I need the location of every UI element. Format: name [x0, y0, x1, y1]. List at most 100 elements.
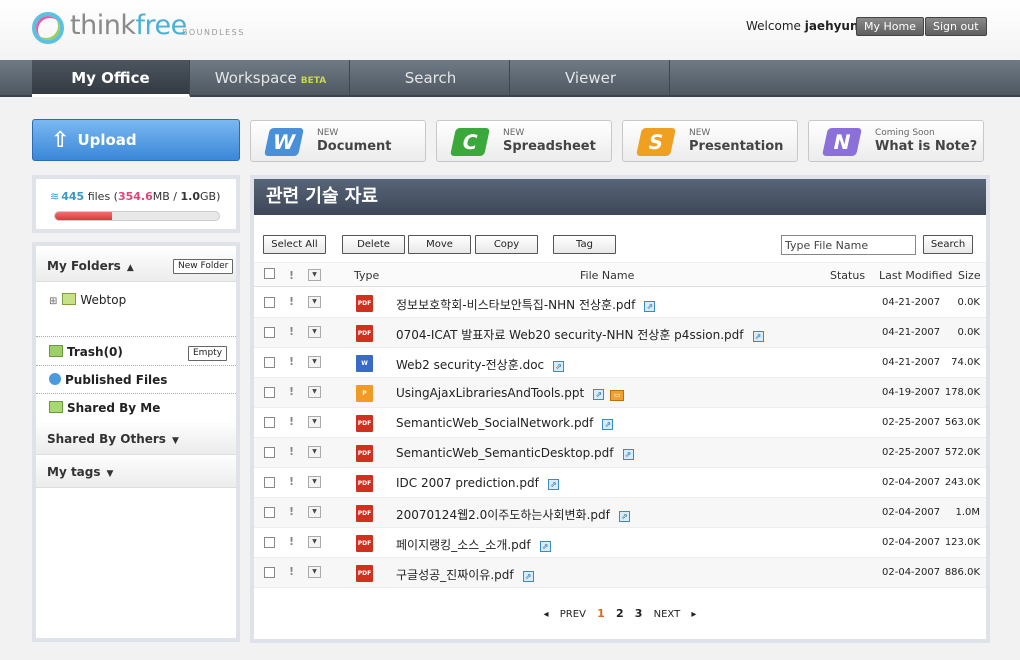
row-menu-dropdown[interactable]: ▼ [308, 296, 321, 308]
what-is-note-button[interactable]: N Coming Soon What is Note? [808, 120, 984, 162]
important-flag-icon[interactable]: ! [289, 355, 294, 368]
thinkfree-logo[interactable]: thinkfree BOUNDLESS [32, 10, 252, 46]
row-checkbox[interactable] [264, 417, 275, 428]
row-menu-dropdown[interactable]: ▼ [308, 326, 321, 338]
page-link-3[interactable]: 3 [635, 607, 643, 620]
sidebar-item-webtop[interactable]: ⊞ Webtop [49, 293, 126, 307]
table-row[interactable]: ! ▼ PDF 정보보호학회-비스타보안특집-NHN 전상훈.pdf ⇗ 04-21-20… [254, 288, 986, 318]
row-menu-dropdown[interactable]: ▼ [308, 356, 321, 368]
file-name[interactable]: SemanticWeb_SocialNetwork.pdf [396, 416, 593, 430]
tab-search[interactable]: Search [352, 60, 510, 97]
file-name-cell[interactable]: 구글성공_진짜이유.pdf ⇗ [396, 566, 534, 583]
table-row[interactable]: ! ▼ PDF 0704-ICAT 발표자료 Web20 security-NHN 전… [254, 318, 986, 348]
row-checkbox[interactable] [264, 387, 275, 398]
file-name-cell[interactable]: 정보보호학회-비스타보안특집-NHN 전상훈.pdf ⇗ [396, 296, 656, 313]
tag-button[interactable]: Tag [553, 235, 616, 254]
important-flag-icon[interactable]: ! [289, 445, 294, 458]
share-link-icon[interactable]: ⇗ [522, 571, 534, 582]
row-menu-dropdown[interactable]: ▼ [308, 566, 321, 578]
file-name-cell[interactable]: IDC 2007 prediction.pdf ⇗ [396, 476, 559, 490]
share-link-icon[interactable]: ⇗ [644, 301, 656, 312]
file-name-cell[interactable]: SemanticWeb_SocialNetwork.pdf ⇗ [396, 416, 614, 430]
row-menu-dropdown[interactable]: ▼ [308, 476, 321, 488]
row-menu-dropdown[interactable]: ▼ [308, 506, 321, 518]
file-name-cell[interactable]: Web2 security-전상훈.doc ⇗ [396, 356, 565, 373]
sidebar-item-trash[interactable]: Trash(0) [49, 345, 123, 359]
file-name[interactable]: 정보보호학회-비스타보안특집-NHN 전상훈.pdf [396, 298, 635, 312]
important-flag-icon[interactable]: ! [289, 475, 294, 488]
important-flag-icon[interactable]: ! [289, 325, 294, 338]
column-menu-dropdown[interactable]: ▼ [308, 269, 321, 281]
my-home-button[interactable]: My Home [856, 17, 924, 36]
row-menu-dropdown[interactable]: ▼ [308, 386, 321, 398]
share-link-icon[interactable]: ⇗ [539, 541, 551, 552]
file-name[interactable]: 0704-ICAT 발표자료 Web20 security-NHN 전상훈 p4… [396, 328, 744, 342]
share-link-icon[interactable]: ⇗ [593, 389, 605, 400]
table-row[interactable]: ! ▼ PDF 구글성공_진짜이유.pdf ⇗ 02-04-2007 886.0K [254, 558, 986, 588]
important-flag-icon[interactable]: ! [289, 565, 294, 578]
sidebar-item-shared-by-me[interactable]: Shared By Me [49, 401, 160, 415]
status-column-header[interactable]: Status [830, 269, 865, 282]
sign-out-button[interactable]: Sign out [925, 17, 987, 36]
upload-button[interactable]: ⇧ Upload [32, 119, 240, 161]
table-row[interactable]: ! ▼ PDF 20070124웹2.0이주도하는사회변화.pdf ⇗ 02-04-200… [254, 498, 986, 528]
file-name-cell[interactable]: 20070124웹2.0이주도하는사회변화.pdf ⇗ [396, 506, 630, 523]
row-menu-dropdown[interactable]: ▼ [308, 446, 321, 458]
next-page-link[interactable]: NEXT [654, 609, 681, 620]
my-tags-header[interactable]: My tags ▼ [36, 456, 236, 488]
file-name[interactable]: 20070124웹2.0이주도하는사회변화.pdf [396, 508, 610, 522]
important-flag-icon[interactable]: ! [289, 385, 294, 398]
table-row[interactable]: ! ▼ W Web2 security-전상훈.doc ⇗ 04-21-2007 74.0K [254, 348, 986, 378]
share-link-icon[interactable]: ⇗ [622, 449, 634, 460]
row-checkbox[interactable] [264, 537, 275, 548]
row-checkbox[interactable] [264, 297, 275, 308]
important-flag-icon[interactable]: ! [289, 415, 294, 428]
file-name[interactable]: Web2 security-전상훈.doc [396, 358, 544, 372]
file-name[interactable]: UsingAjaxLibrariesAndTools.ppt [396, 386, 584, 400]
file-name-cell[interactable]: SemanticWeb_SemanticDesktop.pdf ⇗ [396, 446, 634, 460]
table-row[interactable]: ! ▼ PDF IDC 2007 prediction.pdf ⇗ 02-04-2007 2… [254, 468, 986, 498]
file-search-input[interactable] [781, 235, 916, 255]
row-checkbox[interactable] [264, 477, 275, 488]
share-link-icon[interactable]: ⇗ [602, 419, 614, 430]
slideshow-icon[interactable]: ▭ [610, 390, 625, 401]
select-all-button[interactable]: Select All [263, 235, 326, 254]
new-presentation-button[interactable]: S NEW Presentation [622, 120, 798, 162]
row-checkbox[interactable] [264, 327, 275, 338]
file-name-cell[interactable]: 0704-ICAT 발표자료 Web20 security-NHN 전상훈 p4… [396, 326, 764, 343]
file-name[interactable]: 페이지랭킹_소스_소개.pdf [396, 538, 531, 552]
important-flag-icon[interactable]: ! [289, 535, 294, 548]
select-all-checkbox[interactable] [264, 268, 275, 279]
important-flag-icon[interactable]: ! [289, 505, 294, 518]
file-name[interactable]: IDC 2007 prediction.pdf [396, 476, 539, 490]
prev-page-link[interactable]: PREV [560, 609, 586, 620]
expand-icon[interactable]: ⊞ [49, 296, 57, 307]
search-button[interactable]: Search [923, 235, 973, 254]
file-name-cell[interactable]: UsingAjaxLibrariesAndTools.ppt ⇗ ▭ [396, 386, 625, 401]
new-spreadsheet-button[interactable]: C NEW Spreadsheet [436, 120, 612, 162]
prev-arrow-icon[interactable]: ◂ [544, 609, 549, 620]
file-name[interactable]: 구글성공_진짜이유.pdf [396, 568, 514, 582]
share-link-icon[interactable]: ⇗ [618, 511, 630, 522]
page-link-1[interactable]: 1 [597, 607, 605, 620]
row-checkbox[interactable] [264, 567, 275, 578]
share-link-icon[interactable]: ⇗ [553, 361, 565, 372]
file-name-column-header[interactable]: File Name [580, 269, 634, 282]
page-link-2[interactable]: 2 [616, 607, 624, 620]
table-row[interactable]: ! ▼ PDF 페이지랭킹_소스_소개.pdf ⇗ 02-04-2007 123.0K [254, 528, 986, 558]
table-row[interactable]: ! ▼ PDF SemanticWeb_SocialNetwork.pdf ⇗ 02-25… [254, 408, 986, 438]
row-menu-dropdown[interactable]: ▼ [308, 536, 321, 548]
tab-my-office[interactable]: My Office [32, 60, 190, 97]
row-checkbox[interactable] [264, 447, 275, 458]
new-document-button[interactable]: W NEW Document [250, 120, 426, 162]
file-name[interactable]: SemanticWeb_SemanticDesktop.pdf [396, 446, 614, 460]
table-row[interactable]: ! ▼ PDF SemanticWeb_SemanticDesktop.pdf ⇗ 02-… [254, 438, 986, 468]
tab-viewer[interactable]: Viewer [512, 60, 670, 97]
row-checkbox[interactable] [264, 357, 275, 368]
share-link-icon[interactable]: ⇗ [752, 331, 764, 342]
size-column-header[interactable]: Size [958, 269, 981, 282]
file-name-cell[interactable]: 페이지랭킹_소스_소개.pdf ⇗ [396, 536, 551, 553]
next-arrow-icon[interactable]: ▸ [691, 609, 696, 620]
empty-trash-button[interactable]: Empty [188, 346, 228, 361]
last-modified-column-header[interactable]: Last Modified [879, 269, 952, 282]
